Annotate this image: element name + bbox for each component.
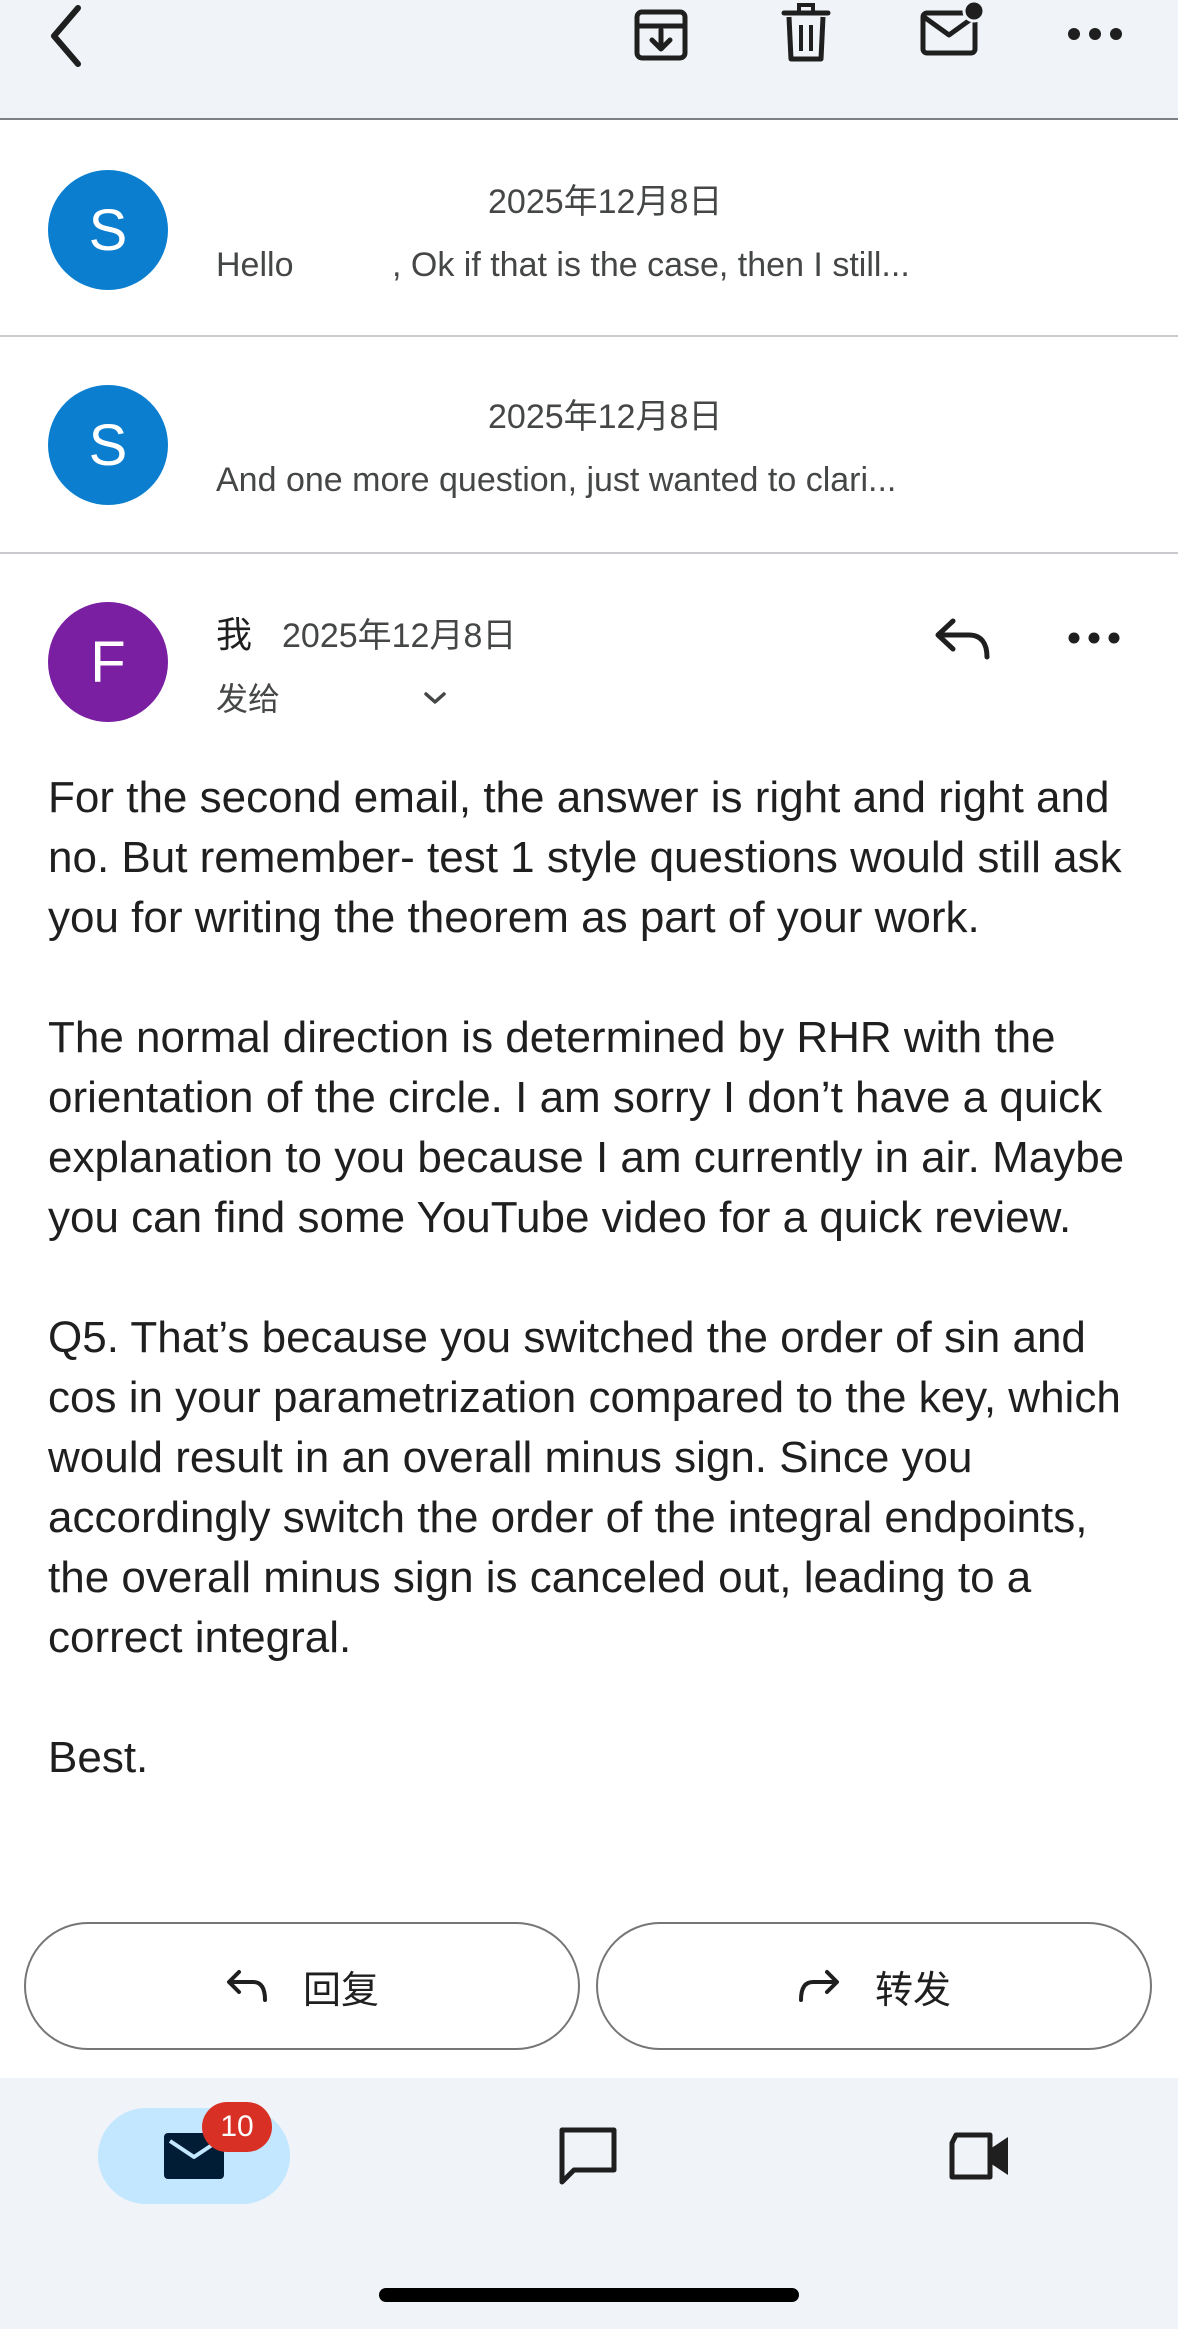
message-date: 2025年12月8日 — [488, 183, 723, 221]
nav-chat[interactable] — [548, 2118, 628, 2194]
trash-icon — [781, 3, 831, 62]
forward-icon — [798, 1970, 839, 2002]
reply-label: 回复 — [302, 1969, 379, 2012]
reply-icon — [226, 1970, 267, 2002]
more-button[interactable] — [1060, 10, 1130, 58]
avatar-letter: S — [88, 197, 128, 263]
sender-name: 我 — [216, 614, 253, 655]
reply-icon — [935, 618, 990, 660]
chevron-down-icon — [424, 692, 446, 704]
video-camera-icon — [949, 2132, 1008, 2180]
message-snippet: And one more question, just wanted to cl… — [216, 461, 897, 499]
body-paragraph: Q5. That’s because you switched the orde… — [48, 1313, 1121, 1662]
recipients-label: 发给 — [216, 681, 281, 717]
back-button[interactable] — [30, 0, 102, 72]
forward-label: 转发 — [874, 1969, 951, 2012]
archive-icon — [634, 9, 688, 61]
avatar: S — [48, 170, 168, 290]
body-paragraph: The normal direction is determined by RH… — [48, 1013, 1125, 1242]
body-paragraph: Best. — [48, 1733, 149, 1782]
message-date: 2025年12月8日 — [488, 398, 723, 436]
recipients-toggle[interactable]: 发给 — [210, 668, 460, 724]
chat-icon — [559, 2127, 617, 2185]
more-horizontal-icon — [1068, 28, 1122, 40]
archive-button[interactable] — [630, 2, 692, 64]
message-snippet: , Ok if that is the case, then I still..… — [392, 246, 910, 284]
thread-message-collapsed[interactable]: S 2025年12月8日 Hello , Ok if that is the c… — [0, 120, 1178, 337]
message-snippet-start: Hello — [216, 246, 294, 284]
reply-action-button[interactable]: 回复 — [24, 1922, 580, 2050]
message-date: 2025年12月8日 — [282, 617, 517, 655]
mark-unread-button[interactable] — [916, 0, 988, 62]
delete-button[interactable] — [776, 2, 836, 64]
nav-meet[interactable] — [940, 2120, 1020, 2192]
mail-unread-icon — [920, 1, 985, 56]
chevron-left-icon — [51, 5, 81, 67]
unread-badge: 10 — [202, 2102, 272, 2152]
avatar: F — [48, 602, 168, 722]
avatar-letter: S — [88, 412, 128, 478]
forward-action-button[interactable]: 转发 — [596, 1922, 1152, 2050]
body-paragraph: For the second email, the answer is righ… — [48, 773, 1122, 942]
thread-message-collapsed[interactable]: S 2025年12月8日 And one more question, just… — [0, 337, 1178, 554]
top-toolbar — [0, 0, 1178, 120]
avatar: S — [48, 385, 168, 505]
home-indicator — [379, 2288, 799, 2302]
avatar-letter: F — [90, 629, 126, 695]
more-horizontal-icon — [1068, 632, 1120, 644]
message-more-button[interactable] — [1060, 614, 1128, 662]
message-body: For the second email, the answer is righ… — [48, 768, 1138, 1898]
reply-button[interactable] — [926, 604, 998, 672]
